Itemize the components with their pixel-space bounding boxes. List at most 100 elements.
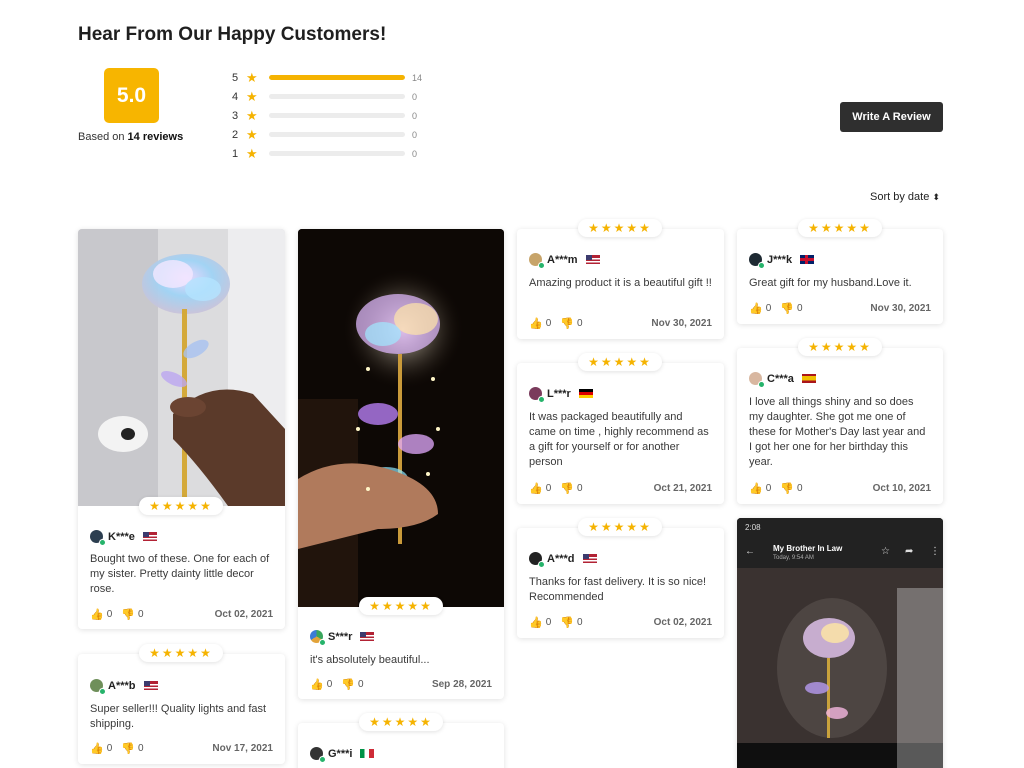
rating-row-4[interactable]: 4 ★ 0 (232, 87, 422, 106)
review-text: Amazing product it is a beautiful gift !… (529, 277, 712, 289)
review-photo[interactable] (298, 229, 504, 607)
review-card[interactable]: ★★★★★ A***d Thanks for fast delivery. It… (517, 518, 724, 638)
verified-icon (538, 561, 545, 568)
star-icon: ★ (246, 108, 258, 123)
review-author: A***m (529, 253, 600, 269)
star-icon: ★ (246, 89, 258, 104)
thumbs-up-icon[interactable]: 👍 (529, 317, 543, 330)
dislikes-count: 0 (576, 617, 583, 628)
gold-rose-photo (78, 229, 285, 506)
verified-icon (758, 262, 765, 269)
rating-row-3[interactable]: 3 ★ 0 (232, 106, 422, 125)
page-title: Hear From Our Happy Customers! (78, 24, 387, 45)
review-photo[interactable] (78, 229, 285, 506)
review-footer: 👍 0 👎 0 Oct 21, 2021 (529, 482, 712, 495)
review-author: A***d (529, 552, 597, 568)
likes-count: 0 (765, 303, 772, 314)
avatar (749, 253, 765, 269)
chat-subtitle: Today, 9:54 AM (773, 555, 814, 561)
rating-row-label: 3 (232, 109, 239, 122)
average-score-badge: 5.0 (104, 68, 159, 123)
rating-row-label: 4 (232, 90, 239, 103)
rating-bar (269, 132, 405, 137)
verified-icon (538, 262, 545, 269)
thumbs-down-icon[interactable]: 👎 (780, 482, 794, 495)
based-prefix: Based on (78, 131, 125, 143)
review-footer: 👍 0 👎 0 Nov 30, 2021 (529, 317, 712, 330)
author-name: A***d (547, 552, 575, 565)
review-footer: 👍 0 👎 0 Oct 02, 2021 (90, 608, 273, 621)
author-name: L***r (547, 387, 571, 400)
sort-arrows-icon: ⬍ (932, 191, 940, 202)
us-flag-icon (360, 632, 375, 641)
review-footer: 👍 0 👎 0 Oct 10, 2021 (749, 482, 931, 495)
review-author: S***r (310, 630, 375, 646)
write-review-button[interactable]: Write A Review (840, 102, 943, 132)
rating-bar (269, 113, 405, 118)
review-card[interactable]: ★★★★★ A***b Super seller!!! Quality ligh… (78, 644, 285, 764)
thumbs-up-icon[interactable]: 👍 (529, 616, 543, 629)
rating-bar (269, 75, 405, 80)
review-card[interactable]: 2:08 ← My Brother In Law Today, 9:54 AM … (737, 518, 943, 768)
review-card[interactable]: ★★★★★ J***k Great gift for my husband.Lo… (737, 219, 943, 324)
thumbs-down-icon[interactable]: 👎 (121, 742, 135, 755)
author-name: J***k (767, 253, 793, 266)
review-date: Oct 02, 2021 (653, 617, 712, 628)
it-flag-icon (360, 749, 375, 758)
review-footer: 👍 0 👎 0 Nov 17, 2021 (90, 742, 273, 755)
rating-row-count: 0 (412, 110, 418, 121)
dislikes-count: 0 (796, 483, 803, 494)
phone-status-time: 2:08 (745, 523, 761, 532)
thumbs-down-icon[interactable]: 👎 (560, 616, 574, 629)
rating-row-count: 0 (412, 91, 418, 102)
review-card[interactable]: ★★★★★ A***m Amazing product it is a beau… (517, 219, 724, 339)
thumbs-up-icon[interactable]: 👍 (749, 482, 763, 495)
review-text: Thanks for fast delivery. It is so nice!… (529, 576, 707, 603)
rating-row-label: 5 (232, 71, 239, 84)
review-card[interactable]: ★★★★★ G***i (298, 713, 504, 768)
review-card[interactable]: ★★★★★ S***r it's absolutely beautiful...… (298, 229, 504, 699)
rating-row-label: 2 (232, 128, 239, 141)
rating-bar (269, 151, 405, 156)
author-name: A***b (108, 679, 136, 692)
rating-stars: ★★★★★ (578, 518, 662, 536)
dislikes-count: 0 (357, 679, 364, 690)
rating-row-2[interactable]: 2 ★ 0 (232, 125, 422, 144)
sort-dropdown[interactable]: Sort by date ⬍ (870, 191, 940, 203)
thumbs-down-icon[interactable]: 👎 (341, 678, 355, 691)
us-flag-icon (582, 554, 597, 563)
thumbs-down-icon[interactable]: 👎 (560, 482, 574, 495)
thumbs-up-icon[interactable]: 👍 (90, 608, 104, 621)
review-card[interactable]: ★★★★★ L***r It was packaged beautifully … (517, 353, 724, 504)
rating-stars: ★★★★★ (359, 713, 443, 731)
review-date: Sep 28, 2021 (431, 679, 492, 690)
avatar (749, 372, 765, 388)
author-name: C***a (767, 372, 794, 385)
review-text: it's absolutely beautiful... (310, 654, 430, 666)
rating-row-5[interactable]: 5 ★ 14 (232, 68, 422, 87)
based-on-text: Based on 14 reviews (78, 131, 183, 143)
thumbs-up-icon[interactable]: 👍 (90, 742, 104, 755)
rating-stars: ★★★★★ (139, 497, 223, 515)
thumbs-up-icon[interactable]: 👍 (529, 482, 543, 495)
us-flag-icon (585, 255, 600, 264)
dislikes-count: 0 (137, 743, 144, 754)
chat-title: My Brother In Law (773, 544, 843, 553)
thumbs-up-icon[interactable]: 👍 (310, 678, 324, 691)
thumbs-up-icon[interactable]: 👍 (749, 302, 763, 315)
review-card[interactable]: ★★★★★ K***e Bought two of these. One for… (78, 229, 285, 629)
review-card[interactable]: ★★★★★ C***a I love all things shiny and … (737, 338, 943, 504)
share-arrow-icon: ➦ (905, 546, 914, 557)
rating-row-1[interactable]: 1 ★ 0 (232, 144, 422, 163)
gb-flag-icon (800, 255, 815, 264)
thumbs-down-icon[interactable]: 👎 (780, 302, 794, 315)
thumbs-down-icon[interactable]: 👎 (121, 608, 135, 621)
avatar (90, 530, 106, 546)
review-photo[interactable]: 2:08 ← My Brother In Law Today, 9:54 AM … (737, 518, 943, 768)
rating-bar-fill (269, 75, 405, 80)
rating-stars: ★★★★★ (798, 219, 882, 237)
rating-row-count: 14 (412, 72, 423, 83)
thumbs-down-icon[interactable]: 👎 (560, 317, 574, 330)
de-flag-icon (578, 389, 593, 398)
review-author: G***i (310, 747, 375, 763)
